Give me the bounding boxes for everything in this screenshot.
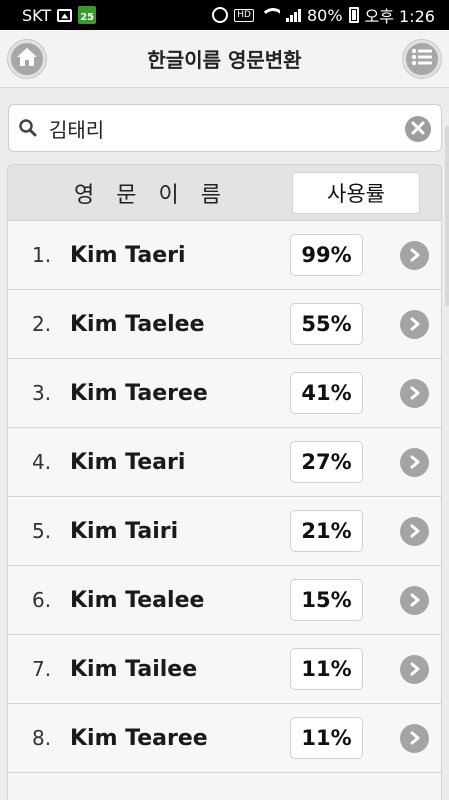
list-item[interactable]: 7. Kim Tailee 11% [8, 635, 441, 704]
status-right: HD 80% 오후 1:26 [212, 3, 435, 27]
english-name: Kim Tealee [70, 587, 205, 613]
signal-icon [285, 8, 301, 22]
list-header: 영문이름 사용률 [8, 165, 441, 221]
english-name: Kim Teari [70, 449, 186, 475]
row-number: 8. [32, 726, 52, 750]
usage-rate: 21% [290, 510, 363, 552]
scrollbar[interactable] [445, 126, 449, 306]
menu-button[interactable] [403, 40, 441, 78]
column-usage-rate-button[interactable]: 사용률 [292, 172, 420, 214]
list-item[interactable]: 8. Kim Tearee 11% [8, 704, 441, 773]
chevron-right-icon[interactable] [400, 378, 429, 408]
usage-rate: 99% [290, 234, 363, 276]
battery-icon [348, 7, 359, 23]
row-number: 1. [32, 243, 52, 267]
usage-rate: 27% [290, 441, 363, 483]
row-number: 5. [32, 519, 52, 543]
usage-rate: 15% [290, 579, 363, 621]
row-number: 4. [32, 450, 52, 474]
chevron-right-icon[interactable] [400, 516, 429, 546]
list-item[interactable]: 5. Kim Tairi 21% [8, 497, 441, 566]
chevron-right-icon[interactable] [400, 723, 429, 753]
english-name: Kim Tearee [70, 725, 208, 751]
usage-rate: 55% [290, 303, 363, 345]
carrier-label: SKT [22, 5, 52, 25]
english-name: Kim Taelee [70, 311, 205, 337]
results-list: 영문이름 사용률 1. Kim Taeri 99% 2. Kim Taelee 55% 3.… [7, 164, 442, 800]
usage-rate: 11% [290, 648, 363, 690]
search-input[interactable] [49, 116, 389, 140]
gallery-icon [57, 8, 73, 22]
search-icon [17, 117, 39, 139]
row-number: 7. [32, 657, 52, 681]
row-number: 2. [32, 312, 52, 336]
clear-button[interactable] [405, 116, 431, 142]
usage-rate: 41% [290, 372, 363, 414]
page-title: 한글이름 영문변환 [147, 48, 302, 72]
clock: 오후 1:26 [364, 7, 435, 26]
rows-container: 1. Kim Taeri 99% 2. Kim Taelee 55% 3. Kim Taere… [8, 221, 441, 773]
chevron-right-icon[interactable] [400, 309, 429, 339]
status-bar: SKT 25 HD 80% 오후 1:26 [0, 0, 449, 30]
home-button[interactable] [8, 40, 46, 78]
app-header: 한글이름 영문변환 [0, 30, 449, 88]
home-icon [16, 47, 38, 71]
battery-percent: 80% [306, 5, 343, 25]
hd-voice-icon: HD [234, 8, 254, 22]
row-number: 6. [32, 588, 52, 612]
list-item[interactable]: 4. Kim Teari 27% [8, 428, 441, 497]
english-name: Kim Taeree [70, 380, 208, 406]
row-number: 3. [32, 381, 52, 405]
list-menu-icon [411, 48, 433, 70]
chevron-right-icon[interactable] [400, 585, 429, 615]
status-left: SKT 25 [22, 5, 97, 25]
column-english-name: 영문이름 [74, 182, 243, 208]
chevron-right-icon[interactable] [400, 240, 429, 270]
list-item[interactable]: 3. Kim Taeree 41% [8, 359, 441, 428]
list-item[interactable]: 2. Kim Taelee 55% [8, 290, 441, 359]
chevron-right-icon[interactable] [400, 654, 429, 684]
clear-icon [411, 120, 425, 139]
alarm-icon [212, 7, 229, 23]
usage-rate: 11% [290, 717, 363, 759]
chevron-right-icon[interactable] [400, 447, 429, 477]
calendar-icon: 25 [78, 6, 97, 24]
english-name: Kim Taeri [70, 242, 186, 268]
list-item[interactable]: 1. Kim Taeri 99% [8, 221, 441, 290]
english-name: Kim Tairi [70, 518, 179, 544]
list-item[interactable]: 6. Kim Tealee 15% [8, 566, 441, 635]
wifi-icon [259, 8, 280, 22]
english-name: Kim Tailee [70, 656, 198, 682]
search-box [8, 104, 442, 152]
